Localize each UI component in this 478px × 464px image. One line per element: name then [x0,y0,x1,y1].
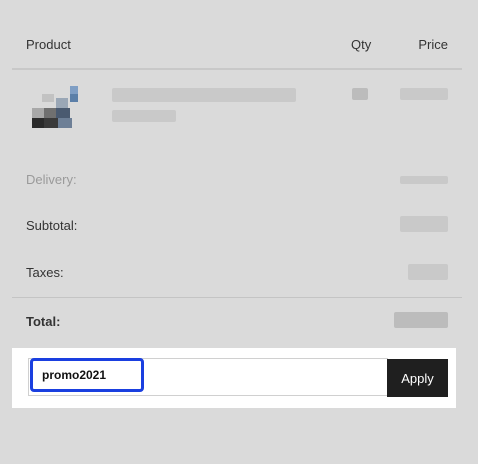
total-divider [12,297,462,298]
subtotal-amount-redacted [400,216,448,232]
order-summary: Product Qty Price Delivery: Subtotal: Ta… [0,0,478,464]
delivery-amount-redacted [400,176,448,184]
product-qty-redacted [352,88,368,100]
column-header-product: Product [26,37,71,52]
delivery-label: Delivery: [26,172,77,187]
subtotal-label: Subtotal: [26,218,78,233]
product-price-redacted [400,88,448,100]
product-variant-redacted [112,110,176,122]
taxes-label: Taxes: [26,265,64,280]
taxes-amount-redacted [408,264,448,280]
product-thumbnail-image [26,86,82,132]
column-header-price: Price [418,37,448,52]
promo-code-panel: Apply [12,348,456,408]
total-label: Total: [26,314,61,329]
total-amount-redacted [394,312,448,328]
header-divider [12,68,462,70]
product-name-redacted [112,88,296,102]
apply-promo-button[interactable]: Apply [387,359,448,397]
promo-code-input[interactable] [30,358,144,392]
column-header-qty: Qty [351,37,372,52]
